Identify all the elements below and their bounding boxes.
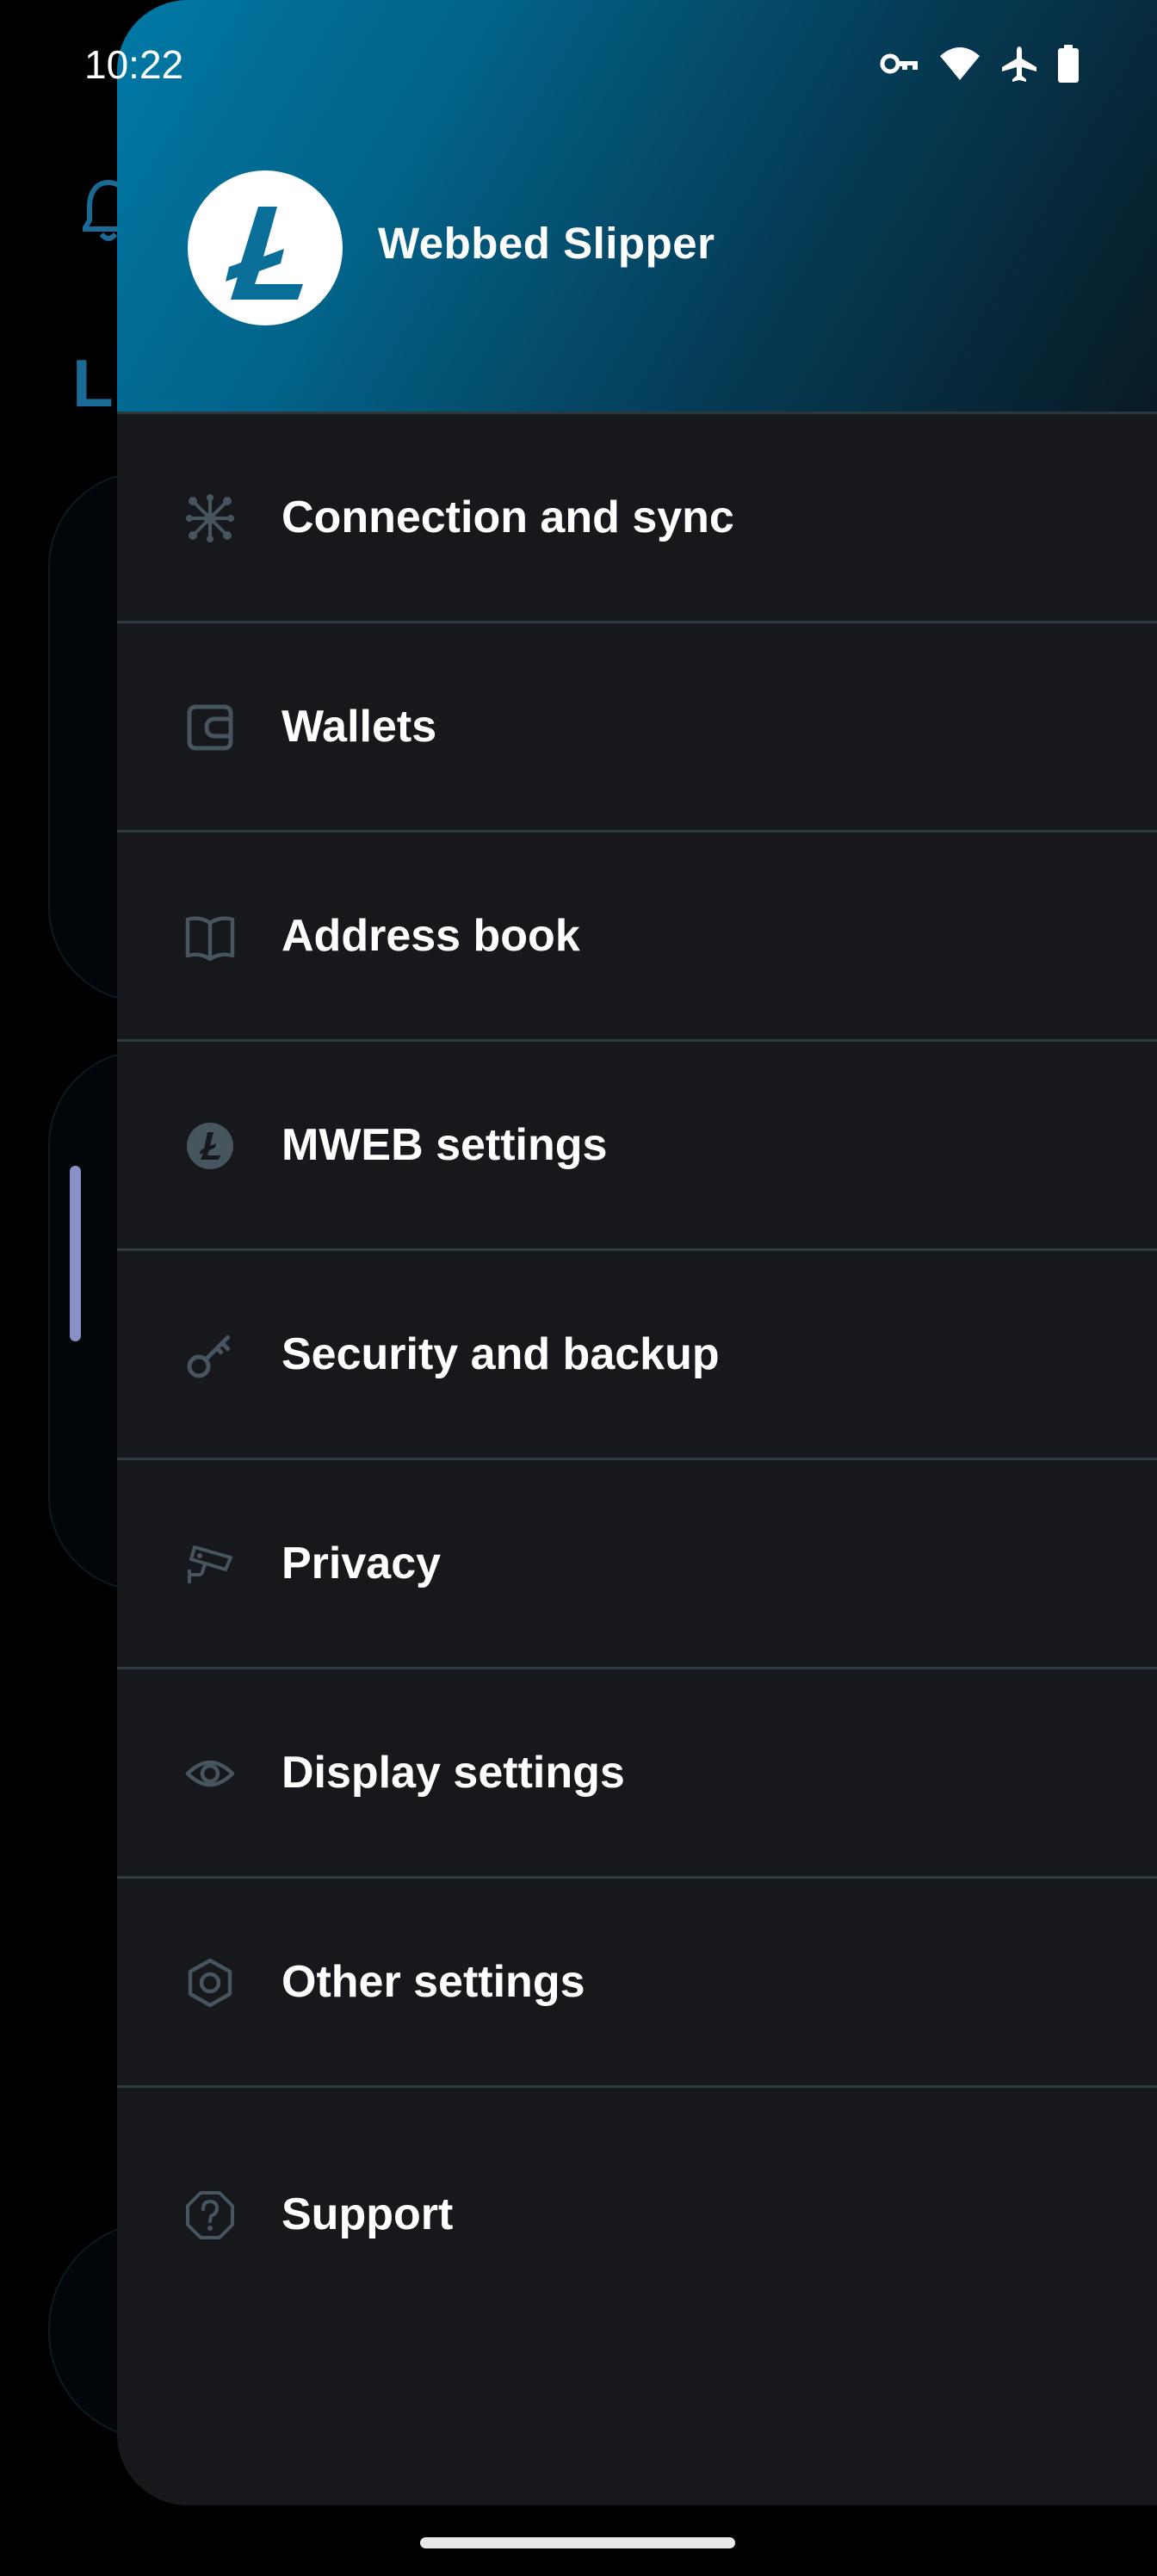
menu-item-label: Connection and sync [282,492,734,542]
menu-item-label: Address book [282,911,580,961]
wallet-avatar [188,170,343,325]
menu-item-label: Security and backup [282,1329,720,1379]
vpn-key-icon [880,51,919,81]
litecoin-coin-icon [184,1120,236,1172]
help-octagon-icon [184,2189,236,2241]
airplane-mode-icon [1000,45,1038,87]
menu-item-display-settings[interactable]: Display settings [117,1669,1157,1879]
navigation-drawer: Webbed Slipper Connection and sync Walle… [117,0,1157,2505]
network-nodes-icon [184,492,236,544]
menu-item-wallets[interactable]: Wallets [117,623,1157,833]
gesture-navigation-bar[interactable] [420,2537,735,2548]
battery-icon [1057,44,1080,87]
menu-item-mweb-settings[interactable]: MWEB settings [117,1042,1157,1251]
background-scroll-indicator [70,1166,81,1341]
menu-item-label: Support [282,2189,454,2239]
open-book-icon [184,911,236,963]
menu-item-privacy[interactable]: Privacy [117,1460,1157,1669]
menu-item-support[interactable]: Support [117,2088,1157,2346]
menu-item-label: MWEB settings [282,1120,608,1170]
menu-item-label: Wallets [282,702,437,752]
hexagon-settings-icon [184,1957,236,2009]
status-icons [880,40,1080,91]
eye-icon [184,1748,236,1799]
status-time: 10:22 [84,42,184,87]
menu-item-other-settings[interactable]: Other settings [117,1879,1157,2088]
menu-item-label: Display settings [282,1748,625,1798]
wallet-icon [184,702,236,753]
menu-item-connection-and-sync[interactable]: Connection and sync [117,414,1157,623]
screen: Li Webbed Slipper Connection and sync Wa… [0,0,1157,2576]
menu-item-label: Privacy [282,1539,442,1588]
drawer-menu: Connection and sync Wallets Address book… [117,414,1157,2346]
menu-item-label: Other settings [282,1957,585,2007]
menu-item-security-and-backup[interactable]: Security and backup [117,1251,1157,1460]
wallet-name[interactable]: Webbed Slipper [378,218,715,269]
litecoin-logo-icon [226,207,303,300]
key-icon [184,1329,236,1381]
security-camera-icon [184,1539,236,1590]
wifi-icon [938,46,981,86]
menu-item-address-book[interactable]: Address book [117,833,1157,1042]
